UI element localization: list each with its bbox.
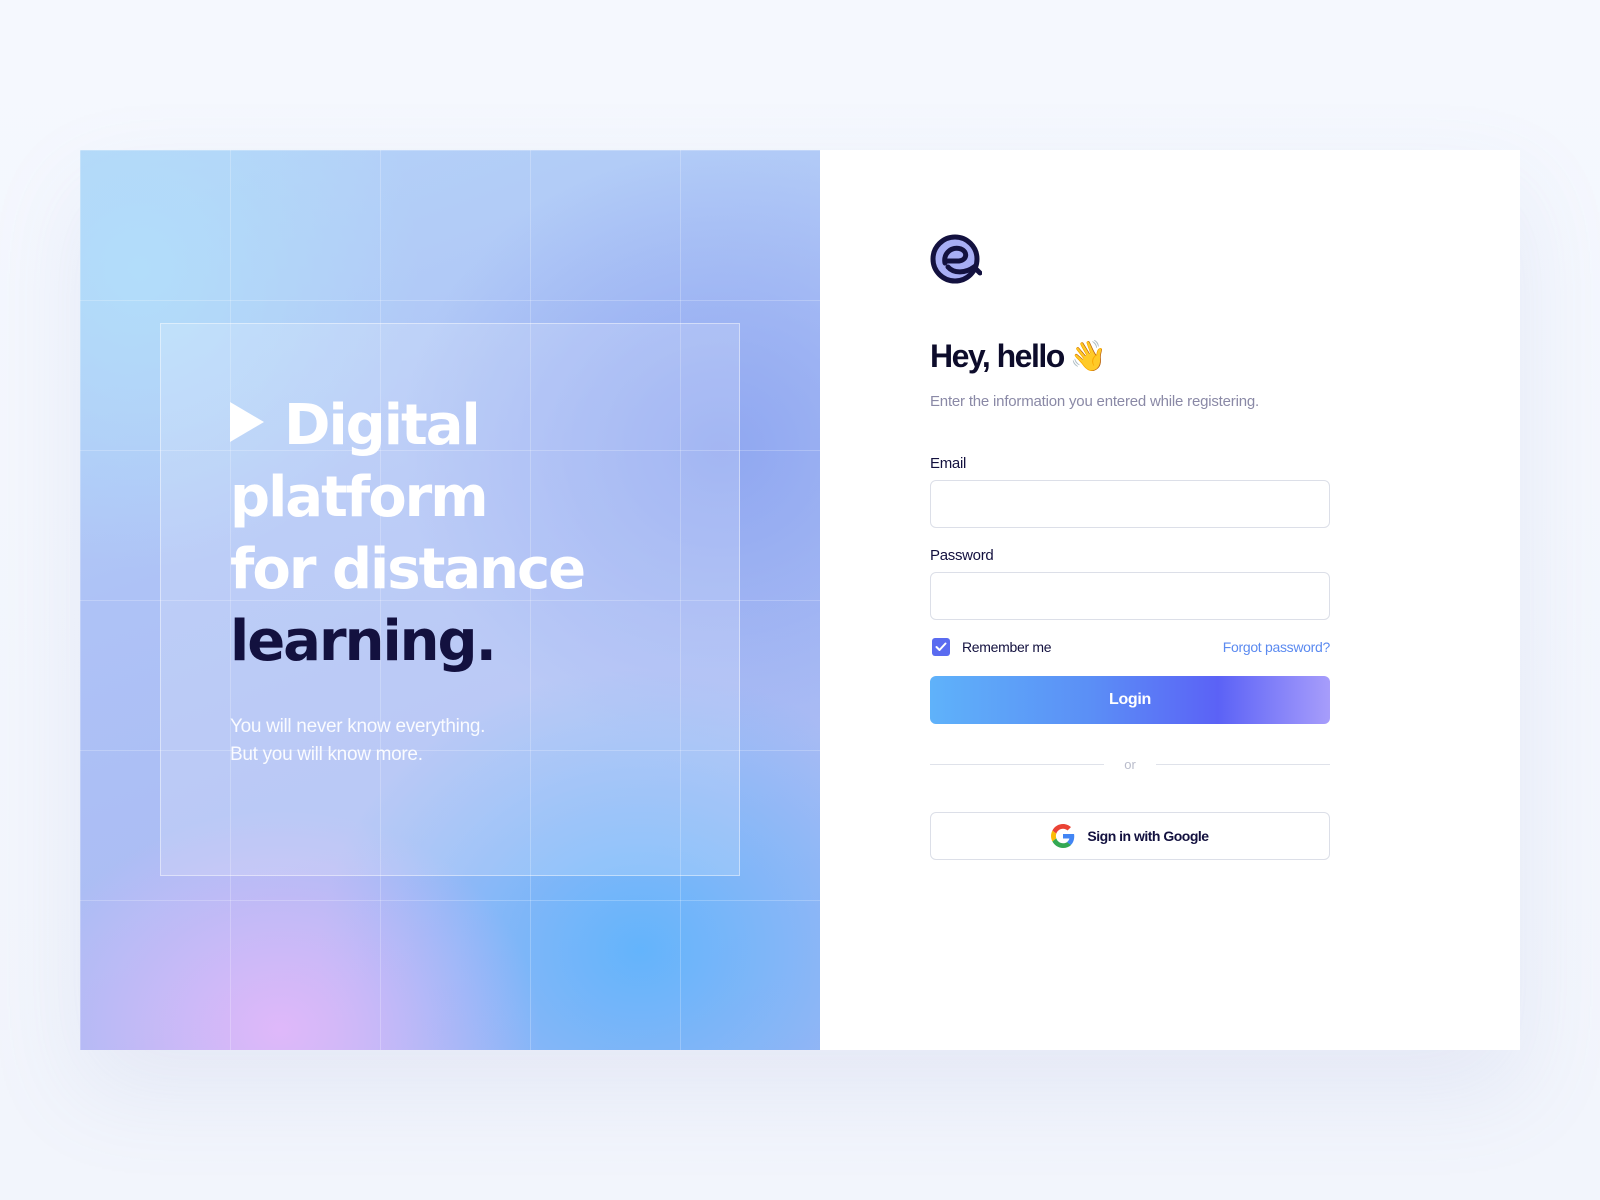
tagline-line-2: But you will know more.	[230, 744, 423, 765]
play-icon	[230, 402, 264, 442]
tagline-line-1: You will never know everything.	[230, 716, 486, 737]
forgot-password-link[interactable]: Forgot password?	[1223, 639, 1331, 655]
waving-hand-icon: 👋	[1069, 339, 1107, 373]
page: Digital platform for distance learning. …	[0, 0, 1600, 1200]
brand-logo-icon	[930, 234, 982, 284]
remember-me-checkbox[interactable]: Remember me	[932, 638, 1052, 656]
headline-line-3: for distance	[230, 537, 586, 602]
email-field[interactable]	[930, 480, 1330, 528]
divider-line-left	[930, 764, 1105, 765]
form-subtitle: Enter the information you entered while …	[930, 393, 1259, 410]
email-label: Email	[930, 455, 967, 472]
google-icon	[1051, 824, 1075, 848]
divider-line-right	[1155, 764, 1330, 765]
remember-me-label: Remember me	[962, 639, 1052, 655]
headline-line-2: platform	[230, 465, 489, 530]
google-button-label: Sign in with Google	[1087, 828, 1209, 844]
checkbox-checked-icon[interactable]	[932, 638, 950, 656]
check-icon	[935, 642, 947, 651]
or-divider: or	[930, 757, 1330, 772]
divider-label: or	[1124, 757, 1136, 772]
greeting-text: Hey, hello	[930, 338, 1065, 374]
google-sign-in-button[interactable]: Sign in with Google	[930, 812, 1330, 860]
login-card: Digital platform for distance learning. …	[80, 150, 1520, 1050]
headline-line-4: learning.	[230, 609, 497, 674]
hero-headline: Digital platform for distance learning.	[230, 390, 710, 678]
login-button[interactable]: Login	[930, 676, 1330, 724]
greeting-heading: Hey, hello 👋	[930, 338, 1107, 375]
login-form-panel: Hey, hello 👋 Enter the information you e…	[820, 150, 1520, 1050]
hero-tagline: You will never know everything. But you …	[230, 713, 485, 769]
hero-panel: Digital platform for distance learning. …	[80, 150, 820, 1050]
password-field[interactable]	[930, 572, 1330, 620]
password-label: Password	[930, 547, 994, 564]
headline-line-1: Digital	[284, 393, 481, 458]
